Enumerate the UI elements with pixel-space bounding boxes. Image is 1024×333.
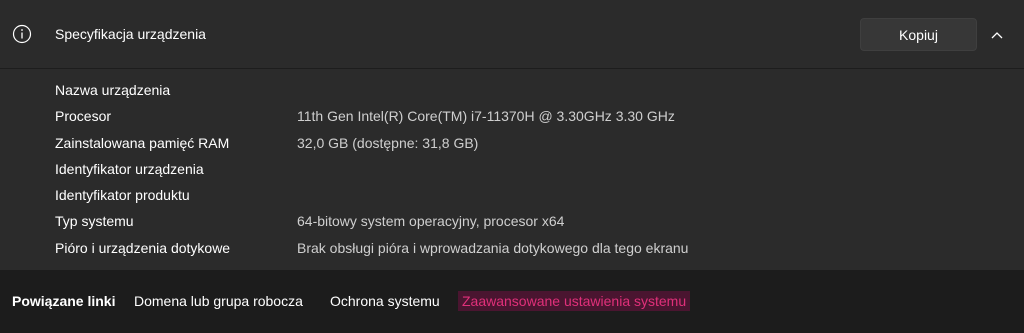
link-system-protection[interactable]: Ochrona systemu [330, 293, 440, 309]
spec-label: Zainstalowana pamięć RAM [55, 134, 230, 151]
specifications-list: Nazwa urządzenia Procesor 11th Gen Intel… [0, 78, 1024, 262]
device-specifications-header[interactable]: Specyfikacja urządzenia Kopiuj [0, 0, 1024, 69]
spec-label: Nazwa urządzenia [55, 82, 171, 98]
spec-row-device-id: Identyfikator urządzenia [0, 157, 1024, 183]
related-links-heading: Powiązane linki [12, 293, 116, 309]
spec-label: Identyfikator urządzenia [55, 160, 204, 177]
copy-button[interactable]: Kopiuj [860, 18, 977, 51]
spec-value: 64-bitowy system operacyjny, procesor x6… [297, 213, 565, 230]
spec-row-pen-touch: Pióro i urządzenia dotykowe Brak obsługi… [0, 236, 1024, 262]
spec-row-system-type: Typ systemu 64-bitowy system operacyjny,… [0, 209, 1024, 235]
section-title: Specyfikacja urządzenia [55, 26, 206, 42]
info-icon [12, 24, 32, 44]
spec-row-device-name: Nazwa urządzenia [0, 78, 1024, 104]
chevron-up-icon[interactable] [986, 24, 1008, 46]
spec-value: Brak obsługi pióra i wprowadzania dotyko… [297, 239, 689, 256]
spec-row-product-id: Identyfikator produktu [0, 183, 1024, 209]
related-links-bar: Powiązane linki Domena lub grupa robocza… [0, 272, 1024, 333]
spec-label: Identyfikator produktu [55, 187, 190, 204]
spec-value: 32,0 GB (dostępne: 31,8 GB) [297, 134, 479, 151]
device-specifications-panel: Specyfikacja urządzenia Kopiuj Nazwa urz… [0, 0, 1024, 270]
spec-row-processor: Procesor 11th Gen Intel(R) Core(TM) i7-1… [0, 104, 1024, 130]
link-domain-workgroup[interactable]: Domena lub grupa robocza [134, 293, 303, 309]
spec-label: Procesor [55, 108, 112, 125]
spec-row-ram: Zainstalowana pamięć RAM 32,0 GB (dostęp… [0, 131, 1024, 157]
spec-value: 11th Gen Intel(R) Core(TM) i7-11370H @ 3… [297, 108, 675, 125]
spec-label: Typ systemu [55, 213, 134, 230]
link-advanced-system-settings[interactable]: Zaawansowane ustawienia systemu [458, 291, 691, 311]
spec-label: Pióro i urządzenia dotykowe [55, 239, 231, 256]
